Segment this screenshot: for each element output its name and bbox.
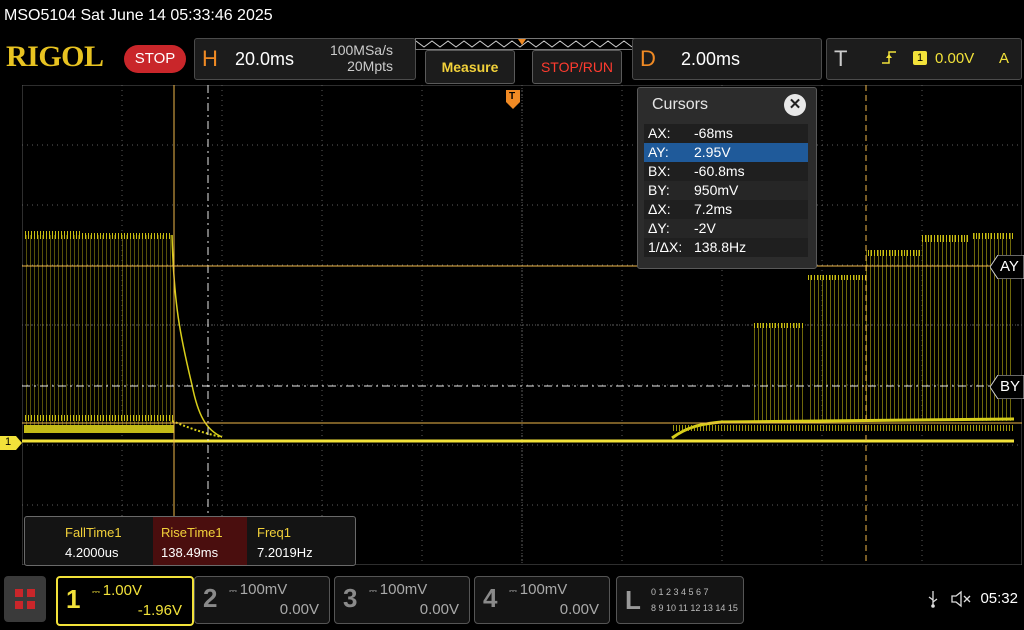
measure-freq[interactable]: Freq1 7.2019Hz [249, 517, 343, 565]
cursor-row[interactable]: ΔX: 7.2ms [644, 200, 808, 219]
channel-offset: 0.00V [279, 601, 319, 618]
cursor-row[interactable]: AY: 2.95V [644, 143, 808, 162]
channel-scale: ⎓ 100mV [509, 581, 568, 598]
measure-falltime[interactable]: FallTime1 4.2000us [57, 517, 151, 565]
measurement-panel[interactable]: FallTime1 4.2000us RiseTime1 138.49ms Fr… [24, 516, 356, 566]
delay-value: 2.00ms [681, 49, 741, 69]
cursor-row-value: -68ms [694, 125, 733, 141]
measure-name: Freq1 [257, 525, 291, 540]
channel-scale: ⎓ 100mV [229, 581, 288, 598]
cursor-row[interactable]: BY: 950mV [644, 181, 808, 200]
cursor-results-window[interactable]: Cursors ✕ AX: -68ms AY: 2.95V BX: -60.8ms BY: 9… [637, 87, 817, 269]
measure-button[interactable]: Measure [425, 50, 515, 84]
measure-risetime[interactable]: RiseTime1 138.49ms [153, 517, 247, 565]
channel-number: 3 [343, 583, 358, 613]
trigger-panel[interactable]: T 1 0.00V A [826, 38, 1022, 80]
memory-depth: 20Mpts [347, 58, 393, 74]
channel-1-button[interactable]: 1 ⎓ 1.00V -1.96V [56, 576, 194, 626]
channel-2-button[interactable]: 2 ⎓ 100mV 0.00V [194, 576, 330, 624]
cursor-row-key: AY: [648, 144, 669, 160]
cursor-row-value: 950mV [694, 182, 739, 198]
trigger-level: 0.00V [935, 50, 975, 67]
delay-letter: D [640, 46, 656, 71]
ch1-marker-label: 1 [5, 436, 12, 448]
rigol-logo: RIGOL [6, 40, 104, 73]
measure-value: 4.2000us [65, 545, 119, 560]
cursor-row-key: 1/ΔX: [648, 239, 683, 255]
horizontal-letter: H [202, 46, 218, 71]
cursor-row[interactable]: 1/ΔX: 138.8Hz [644, 238, 808, 257]
channel-offset: 0.00V [419, 601, 459, 618]
timebase-value: 20.0ms [235, 49, 295, 69]
sample-rate: 100MSa/s [329, 42, 393, 58]
cursor-row[interactable]: ΔY: -2V [644, 219, 808, 238]
close-icon[interactable]: ✕ [784, 94, 806, 116]
channel-scale: ⎓ 100mV [369, 581, 428, 598]
trigger-mode: A [999, 50, 1010, 67]
cursor-by-tag[interactable]: BY [990, 375, 1024, 399]
run-state-badge[interactable]: STOP [124, 45, 186, 73]
channel-offset: 0.00V [559, 601, 599, 618]
status-line: MSO5104 Sat June 14 05:33:46 2025 [0, 0, 1024, 34]
channel-number: 1 [66, 584, 81, 614]
usb-icon [926, 590, 940, 613]
measure-value: 138.49ms [161, 545, 219, 560]
cursor-row-value: 138.8Hz [694, 239, 747, 255]
cursor-row-key: BX: [648, 163, 671, 179]
waveform-trace-left [24, 231, 223, 438]
measure-value: 7.2019Hz [257, 545, 313, 560]
cursor-window-title: Cursors [652, 96, 709, 113]
cursor-row-value: -60.8ms [694, 163, 745, 179]
trigger-marker-label: T [509, 91, 516, 102]
stop-run-button[interactable]: STOP/RUN [532, 50, 622, 84]
cursor-row-key: AX: [648, 125, 671, 141]
trigger-position-marker[interactable]: T [506, 90, 520, 110]
logic-analyzer-button[interactable]: L 0 1 2 3 4 5 6 7 8 9 10 11 12 13 14 15 [616, 576, 744, 624]
channel-number: 4 [483, 583, 498, 613]
cursor-row-value: 2.95V [694, 144, 731, 160]
cursor-row-key: BY: [648, 182, 670, 198]
ch1-offset-marker[interactable]: 1 [0, 436, 22, 450]
delay-panel[interactable]: D 2.00ms [632, 38, 822, 80]
cursor-row[interactable]: AX: -68ms [644, 124, 808, 143]
rising-edge-icon [881, 49, 897, 72]
clock: 05:32 [980, 590, 1018, 607]
cursor-row-key: ΔX: [648, 201, 671, 217]
measure-name: FallTime1 [65, 525, 122, 540]
trigger-position-ruler [415, 38, 635, 50]
speaker-mute-icon[interactable] [950, 590, 972, 613]
channel-scale: ⎓ 1.00V [92, 582, 142, 599]
channel-number: 2 [203, 583, 218, 613]
la-letter: L [625, 585, 641, 615]
cursor-ay-tag[interactable]: AY [990, 255, 1024, 279]
cursor-row-value: -2V [694, 220, 716, 236]
cursor-row-key: ΔY: [648, 220, 670, 236]
waveform-display[interactable] [22, 85, 1022, 565]
channel-3-button[interactable]: 3 ⎓ 100mV 0.00V [334, 576, 470, 624]
la-channels-row2: 8 9 10 11 12 13 14 15 [651, 603, 738, 613]
cursor-table: AX: -68ms AY: 2.95V BX: -60.8ms BY: 950mV ΔX: 7.2… [644, 124, 808, 257]
la-channels-row1: 0 1 2 3 4 5 6 7 [651, 587, 709, 597]
cursor-row-value: 7.2ms [694, 201, 733, 217]
cursor-row[interactable]: BX: -60.8ms [644, 162, 808, 181]
status-text: MSO5104 Sat June 14 05:33:46 2025 [4, 7, 273, 24]
measure-name: RiseTime1 [161, 525, 223, 540]
channel-4-button[interactable]: 4 ⎓ 100mV 0.00V [474, 576, 610, 624]
cursor-by-label: BY [1000, 378, 1021, 395]
trigger-source-badge: 1 [913, 51, 927, 65]
channel-offset: -1.96V [137, 602, 182, 619]
trigger-letter: T [834, 46, 848, 71]
horizontal-panel[interactable]: H 20.0ms 100MSa/s 20Mpts [194, 38, 416, 80]
cursor-ay-label: AY [1000, 258, 1019, 275]
menu-grid-icon[interactable] [4, 576, 46, 622]
